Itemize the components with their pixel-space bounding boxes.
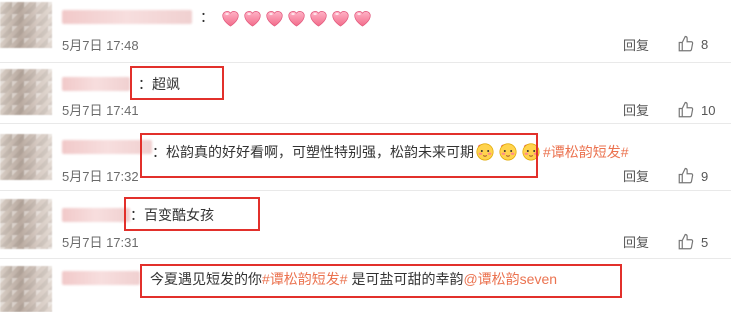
comment-1: ： 5月7日 17:48 回复 8 xyxy=(0,0,731,63)
highlight-box xyxy=(130,66,224,100)
like-count: 5 xyxy=(701,234,709,250)
reply-button[interactable]: 回复 xyxy=(623,103,649,119)
like-button[interactable]: 8 xyxy=(677,35,708,53)
heart-emoji-icon xyxy=(220,8,241,27)
heart-emoji-icon xyxy=(242,8,263,27)
like-button[interactable]: 5 xyxy=(677,233,708,251)
reply-button[interactable]: 回复 xyxy=(623,38,649,54)
heart-emoji-icon xyxy=(352,8,373,27)
like-button[interactable]: 9 xyxy=(677,167,708,185)
heart-emoji-icon xyxy=(330,8,351,27)
like-button[interactable]: 10 xyxy=(677,101,715,119)
username[interactable] xyxy=(62,140,152,154)
avatar[interactable] xyxy=(0,2,52,48)
comment-text: ： xyxy=(200,9,214,25)
heart-emoji-icon xyxy=(264,8,285,27)
thumbs-up-icon xyxy=(677,167,695,185)
avatar[interactable] xyxy=(0,134,52,180)
reply-button[interactable]: 回复 xyxy=(623,169,649,185)
hashtag-link[interactable]: #谭松韵短发# xyxy=(543,144,629,160)
username[interactable] xyxy=(62,10,192,24)
timestamp: 5月7日 17:41 xyxy=(62,103,139,118)
avatar[interactable] xyxy=(0,199,52,249)
avatar[interactable] xyxy=(0,69,52,115)
thumbs-up-icon xyxy=(677,233,695,251)
timestamp: 5月7日 17:32 xyxy=(62,169,139,184)
timestamp: 5月7日 17:31 xyxy=(62,235,139,250)
comment-2: ：超飒 5月7日 17:41 回复 10 xyxy=(0,63,731,124)
highlight-box xyxy=(140,133,538,178)
heart-emoji-row xyxy=(220,8,373,27)
comment-5: 今夏遇见短发的你#谭松韵短发# 是可盐可甜的幸韵@谭松韵seven xyxy=(0,259,731,312)
username[interactable] xyxy=(62,77,130,91)
comment-3: ：松韵真的好好看啊，可塑性特别强，松韵未来可期 #谭松韵短发# 5月7日 17:3… xyxy=(0,124,731,191)
highlight-box xyxy=(140,264,622,298)
like-count: 10 xyxy=(701,102,716,118)
username[interactable] xyxy=(62,208,130,222)
highlight-box xyxy=(124,197,260,231)
heart-emoji-icon xyxy=(308,8,329,27)
timestamp: 5月7日 17:48 xyxy=(62,38,139,53)
like-count: 8 xyxy=(701,36,709,52)
reply-button[interactable]: 回复 xyxy=(623,235,649,251)
username[interactable] xyxy=(62,271,140,285)
comment-4: ：百变酷女孩 5月7日 17:31 回复 5 xyxy=(0,191,731,259)
heart-emoji-icon xyxy=(286,8,307,27)
avatar[interactable] xyxy=(0,266,52,312)
like-count: 9 xyxy=(701,168,709,184)
thumbs-up-icon xyxy=(677,101,695,119)
thumbs-up-icon xyxy=(677,35,695,53)
